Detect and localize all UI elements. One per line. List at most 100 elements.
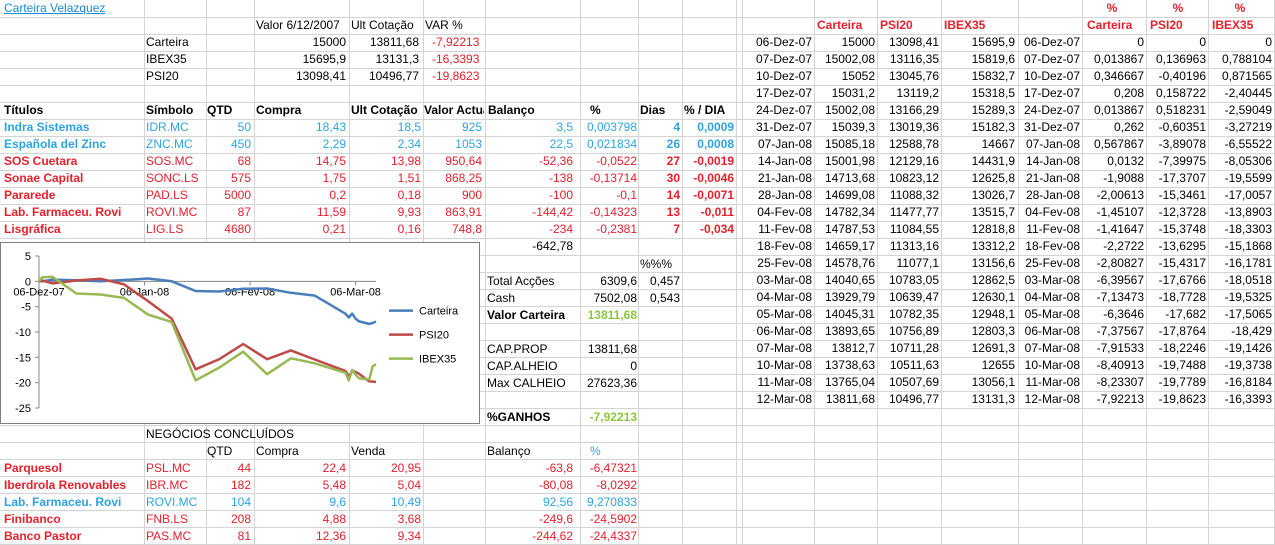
cash-pct: 0,543 <box>649 291 680 305</box>
position-pct: -0,0522 <box>596 154 637 168</box>
summary-header-valor: Valor 6/12/2007 <box>256 18 340 32</box>
summary-row-valor: 15000 <box>312 35 346 49</box>
history-date: 03-Mar-08 <box>756 273 812 287</box>
variation-ibex35: -18,429 <box>1231 324 1272 338</box>
cash-value: 7502,08 <box>593 291 637 305</box>
variation-ibex35: -2,40445 <box>1224 86 1272 100</box>
history-ibex35: 12655 <box>981 358 1015 372</box>
history-psi20: 11477,77 <box>889 205 939 219</box>
history-ibex35: 15318,5 <box>971 86 1015 100</box>
negocio-balanco: -249,6 <box>538 512 573 526</box>
negocio-qtd: 81 <box>237 529 251 543</box>
max-calheio-value: 27623,36 <box>586 376 637 390</box>
y-tick-label: -20 <box>15 378 31 390</box>
position-pct: -0,1 <box>616 188 637 202</box>
variation-psi20: -3,89078 <box>1158 137 1206 151</box>
variation-date: 14-Jan-08 <box>1025 154 1080 168</box>
variation-date: 24-Dez-07 <box>1023 103 1080 117</box>
position-valor: 863,91 <box>445 205 482 219</box>
y-tick-label: -10 <box>15 327 31 339</box>
position-name: Lab. Farmaceu. Rovi <box>4 205 122 219</box>
variation-carteira: -8,23307 <box>1096 375 1144 389</box>
history-psi20: 13119,2 <box>896 86 940 100</box>
sheet-title-link[interactable]: Carteira Velazquez <box>4 0 144 17</box>
variation-ibex35: -19,5599 <box>1224 171 1272 185</box>
position-qtd: 68 <box>237 154 251 168</box>
summary-header-var: VAR % <box>425 18 463 32</box>
position-name: Española del Zinc <box>4 137 107 151</box>
variation-date: 04-Mar-08 <box>1024 290 1080 304</box>
position-pct: 0,003798 <box>586 120 637 134</box>
negocio-name: Lab. Farmaceu. Rovi <box>4 495 122 509</box>
history-date: 06-Dez-07 <box>755 35 812 49</box>
history-date: 24-Dez-07 <box>755 103 812 117</box>
position-ult: 0,16 <box>397 222 421 236</box>
variation-ibex35: -18,0518 <box>1224 273 1272 287</box>
history-ibex35: 15832,7 <box>971 69 1015 83</box>
variation-date: 05-Mar-08 <box>1024 307 1080 321</box>
summary-row-ult: 13811,68 <box>369 35 419 49</box>
negocios-header-pct: % <box>590 444 601 458</box>
variation-date: 10-Dez-07 <box>1023 69 1080 83</box>
position-dias: 30 <box>666 171 680 185</box>
position-valor: 868,25 <box>445 171 482 185</box>
variation-ibex35: -19,3738 <box>1224 358 1272 372</box>
position-name: Pararede <box>4 188 56 202</box>
variation-ibex35: -16,1781 <box>1224 256 1272 270</box>
embedded-line-chart[interactable]: 5 0 -5 -10 -15 -20 -25 06-Dez-07 06-Jan-08 06-Fev… <box>0 242 480 424</box>
history-carteira: 14699,08 <box>824 188 875 202</box>
position-ult: 0,18 <box>397 188 421 202</box>
variation-psi20: 0,158722 <box>1155 86 1206 100</box>
position-compra: 11,59 <box>316 205 346 219</box>
history-date: 06-Mar-08 <box>756 324 812 338</box>
history-date: 10-Mar-08 <box>756 358 812 372</box>
position-dias: 7 <box>673 222 680 236</box>
history-date: 05-Mar-08 <box>756 307 812 321</box>
variation-carteira: -1,41647 <box>1096 222 1144 236</box>
position-pct-dia: -0,0046 <box>693 171 734 185</box>
negocio-symbol: FNB.LS <box>146 512 189 526</box>
negocio-venda: 10,49 <box>390 495 421 509</box>
summary-row-label: IBEX35 <box>146 52 187 66</box>
history-date: 11-Fev-08 <box>758 222 812 236</box>
history-ibex35: 15819,6 <box>971 52 1015 66</box>
col-header-pct: % <box>590 103 601 117</box>
history-psi20: 10511,63 <box>889 358 939 372</box>
negocio-name: Banco Pastor <box>4 529 82 543</box>
variation-psi20: 0,518231 <box>1155 103 1206 117</box>
series-line-carteira <box>39 277 377 326</box>
negocio-symbol: ROVI.MC <box>146 495 198 509</box>
variation-psi20: -7,39975 <box>1158 154 1206 168</box>
variation-date: 31-Dez-07 <box>1023 120 1080 134</box>
variation-ibex35: -17,5065 <box>1224 307 1272 321</box>
history-carteira: 15000 <box>841 35 875 49</box>
position-valor: 900 <box>461 188 482 202</box>
y-tick-label: 5 <box>25 251 31 263</box>
history-ibex35: 12630,1 <box>971 290 1015 304</box>
y-tick-label: -15 <box>15 352 31 364</box>
variation-date: 12-Mar-08 <box>1024 392 1080 406</box>
position-pct-dia: -0,034 <box>699 222 734 236</box>
position-ult: 9,93 <box>397 205 421 219</box>
summary-row-var: -7,92213 <box>432 35 480 49</box>
variation-carteira: -1,9088 <box>1103 171 1144 185</box>
history-carteira: 15085,18 <box>824 137 875 151</box>
position-symbol: PAD.LS <box>146 188 188 202</box>
col-header-simbolo: Símbolo <box>146 103 194 117</box>
variation-date: 07-Mar-08 <box>1024 341 1080 355</box>
history-psi20: 11088,32 <box>889 188 939 202</box>
variation-ibex35: 0,871565 <box>1221 69 1272 83</box>
variation-carteira: -6,3646 <box>1103 307 1144 321</box>
history-date: 07-Dez-07 <box>755 52 812 66</box>
variation-date: 06-Dez-07 <box>1023 35 1080 49</box>
position-balanco: -234 <box>548 222 573 236</box>
variation-psi20: -18,2246 <box>1158 341 1206 355</box>
variation-psi20: -19,7789 <box>1158 375 1206 389</box>
history-carteira: 14040,65 <box>824 273 875 287</box>
position-compra: 18,43 <box>315 120 346 134</box>
position-pct-dia: 0,0008 <box>697 137 734 151</box>
variation-psi20: -18,7728 <box>1158 290 1206 304</box>
history-psi20: 11084,55 <box>889 222 939 236</box>
history-psi20: 10711,28 <box>889 341 939 355</box>
history-psi20: 13166,29 <box>888 103 939 117</box>
